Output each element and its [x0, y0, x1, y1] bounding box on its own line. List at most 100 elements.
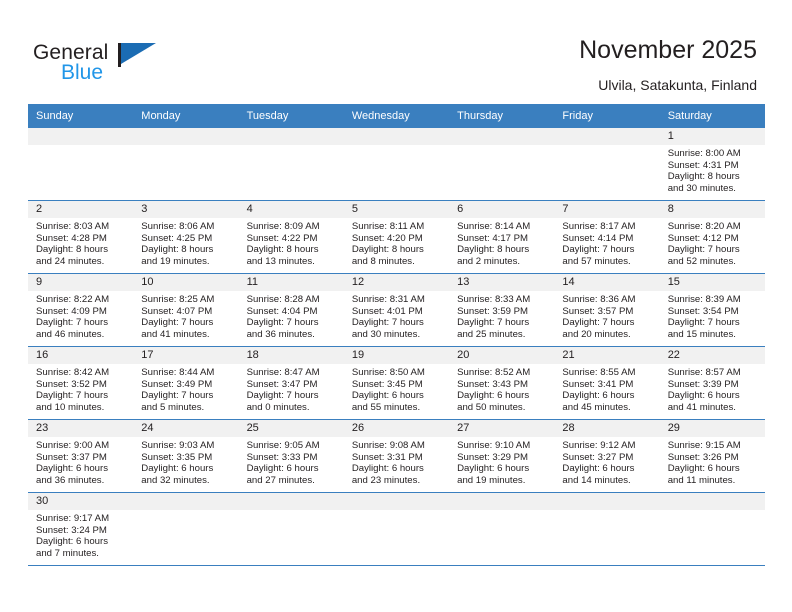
- day-sun-info: Sunrise: 8:31 AM Sunset: 4:01 PM Daylight:…: [344, 291, 449, 340]
- calendar-day-cell[interactable]: 29 Sunrise: 9:15 AM Sunset: 3:26 PM Dayligh…: [659, 419, 765, 493]
- day-number-band: [449, 493, 555, 510]
- day-cell-empty: [449, 128, 555, 200]
- calendar-day-cell[interactable]: 18 Sunrise: 8:47 AM Sunset: 3:47 PM Dayligh…: [238, 346, 344, 420]
- sunset-text: Sunset: 4:25 PM: [141, 232, 213, 244]
- sunrise-text: Sunrise: 8:57 AM: [667, 367, 741, 378]
- day-sun-info: Sunrise: 9:05 AM Sunset: 3:33 PM Daylight:…: [239, 437, 344, 486]
- day-sun-info: Sunrise: 8:25 AM Sunset: 4:07 PM Daylight:…: [133, 291, 238, 340]
- sunset-text: Sunset: 3:29 PM: [457, 451, 529, 463]
- calendar-day-cell[interactable]: 17 Sunrise: 8:44 AM Sunset: 3:49 PM Dayligh…: [133, 346, 239, 420]
- sunset-text: Sunset: 3:45 PM: [351, 378, 423, 390]
- daylight-text-line2: and 8 minutes.: [351, 255, 415, 267]
- weekday-header-monday: Monday: [133, 104, 239, 128]
- calendar-day-cell[interactable]: 10 Sunrise: 8:25 AM Sunset: 4:07 PM Dayligh…: [133, 273, 239, 347]
- sunrise-text: Sunrise: 8:17 AM: [562, 221, 636, 232]
- day-number: 22: [659, 347, 765, 364]
- daylight-text-line2: and 30 minutes.: [351, 328, 421, 340]
- day-number: 19: [343, 347, 450, 364]
- daylight-text-line1: Daylight: 7 hours: [141, 390, 214, 402]
- daylight-text-line1: Daylight: 6 hours: [667, 390, 740, 402]
- day-number: 15: [659, 274, 765, 291]
- calendar-day-cell[interactable]: 25 Sunrise: 9:05 AM Sunset: 3:33 PM Dayligh…: [238, 419, 344, 493]
- day-cell-28: 28 Sunrise: 9:12 AM Sunset: 3:27 PM Dayligh…: [554, 420, 660, 492]
- calendar-day-cell[interactable]: 12 Sunrise: 8:31 AM Sunset: 4:01 PM Dayligh…: [343, 273, 450, 347]
- daylight-text-line1: Daylight: 6 hours: [562, 390, 635, 402]
- calendar-day-cell[interactable]: 7 Sunrise: 8:17 AM Sunset: 4:14 PM Daylight…: [554, 200, 660, 274]
- day-number: 3: [133, 201, 239, 218]
- sunrise-text: Sunrise: 8:47 AM: [246, 367, 320, 378]
- calendar-day-cell[interactable]: 11 Sunrise: 8:28 AM Sunset: 4:04 PM Dayligh…: [238, 273, 344, 347]
- daylight-text-line2: and 0 minutes.: [246, 401, 310, 413]
- calendar-day-cell: [133, 492, 239, 566]
- calendar-day-cell[interactable]: 20 Sunrise: 8:52 AM Sunset: 3:43 PM Dayligh…: [449, 346, 555, 420]
- calendar-day-cell[interactable]: 23 Sunrise: 9:00 AM Sunset: 3:37 PM Dayligh…: [28, 419, 134, 493]
- daylight-text-line1: Daylight: 6 hours: [667, 463, 740, 475]
- sunset-text: Sunset: 3:49 PM: [141, 378, 213, 390]
- day-number: 9: [28, 274, 134, 291]
- day-cell-empty: [238, 493, 344, 565]
- day-number: 25: [238, 420, 344, 437]
- calendar-day-cell[interactable]: 3 Sunrise: 8:06 AM Sunset: 4:25 PM Daylight…: [133, 200, 239, 274]
- sunrise-text: Sunrise: 8:09 AM: [246, 221, 320, 232]
- calendar-day-cell[interactable]: 28 Sunrise: 9:12 AM Sunset: 3:27 PM Dayligh…: [554, 419, 660, 493]
- calendar-day-cell[interactable]: 26 Sunrise: 9:08 AM Sunset: 3:31 PM Dayligh…: [343, 419, 450, 493]
- day-number: 16: [28, 347, 134, 364]
- day-cell-19: 19 Sunrise: 8:50 AM Sunset: 3:45 PM Dayligh…: [343, 347, 450, 419]
- calendar-day-cell[interactable]: 15 Sunrise: 8:39 AM Sunset: 3:54 PM Dayligh…: [659, 273, 765, 347]
- calendar-week-row: 2 Sunrise: 8:03 AM Sunset: 4:28 PM Daylight…: [28, 200, 765, 274]
- calendar-day-cell[interactable]: 27 Sunrise: 9:10 AM Sunset: 3:29 PM Dayligh…: [449, 419, 555, 493]
- day-sun-info: Sunrise: 9:15 AM Sunset: 3:26 PM Daylight:…: [660, 437, 765, 486]
- sunset-text: Sunset: 4:01 PM: [351, 305, 423, 317]
- day-number: 13: [449, 274, 555, 291]
- calendar-day-cell[interactable]: 9 Sunrise: 8:22 AM Sunset: 4:09 PM Daylight…: [28, 273, 134, 347]
- day-cell-23: 23 Sunrise: 9:00 AM Sunset: 3:37 PM Dayligh…: [28, 420, 134, 492]
- day-cell-10: 10 Sunrise: 8:25 AM Sunset: 4:07 PM Dayligh…: [133, 274, 239, 346]
- calendar-day-cell[interactable]: 6 Sunrise: 8:14 AM Sunset: 4:17 PM Daylight…: [449, 200, 555, 274]
- sunset-text: Sunset: 4:09 PM: [36, 305, 107, 317]
- calendar-day-cell[interactable]: 22 Sunrise: 8:57 AM Sunset: 3:39 PM Dayligh…: [659, 346, 765, 420]
- sunrise-text: Sunrise: 9:08 AM: [351, 440, 425, 451]
- sunrise-text: Sunrise: 8:14 AM: [457, 221, 531, 232]
- calendar-day-cell[interactable]: 2 Sunrise: 8:03 AM Sunset: 4:28 PM Daylight…: [28, 200, 134, 274]
- calendar-day-cell[interactable]: 16 Sunrise: 8:42 AM Sunset: 3:52 PM Dayligh…: [28, 346, 134, 420]
- calendar-day-cell[interactable]: 13 Sunrise: 8:33 AM Sunset: 3:59 PM Dayligh…: [449, 273, 555, 347]
- daylight-text-line2: and 32 minutes.: [141, 474, 210, 486]
- calendar-day-cell[interactable]: 1 Sunrise: 8:00 AM Sunset: 4:31 PM Daylight…: [659, 128, 765, 201]
- calendar-day-cell[interactable]: 4 Sunrise: 8:09 AM Sunset: 4:22 PM Daylight…: [238, 200, 344, 274]
- day-cell-empty: [554, 128, 660, 200]
- calendar-day-cell[interactable]: 14 Sunrise: 8:36 AM Sunset: 3:57 PM Dayligh…: [554, 273, 660, 347]
- calendar-day-cell[interactable]: 24 Sunrise: 9:03 AM Sunset: 3:35 PM Dayligh…: [133, 419, 239, 493]
- calendar-day-cell: [449, 492, 555, 566]
- day-cell-7: 7 Sunrise: 8:17 AM Sunset: 4:14 PM Daylight…: [554, 201, 660, 273]
- day-cell-22: 22 Sunrise: 8:57 AM Sunset: 3:39 PM Dayligh…: [659, 347, 765, 419]
- daylight-text-line1: Daylight: 7 hours: [457, 317, 530, 329]
- day-cell-5: 5 Sunrise: 8:11 AM Sunset: 4:20 PM Daylight…: [343, 201, 450, 273]
- day-sun-info: Sunrise: 9:03 AM Sunset: 3:35 PM Daylight:…: [133, 437, 238, 486]
- daylight-text-line1: Daylight: 7 hours: [141, 317, 214, 329]
- daylight-text-line1: Daylight: 7 hours: [246, 317, 319, 329]
- daylight-text-line1: Daylight: 6 hours: [36, 463, 108, 475]
- day-number: 1: [659, 128, 765, 145]
- calendar-day-cell[interactable]: 19 Sunrise: 8:50 AM Sunset: 3:45 PM Dayligh…: [343, 346, 450, 420]
- daylight-text-line2: and 11 minutes.: [667, 474, 736, 486]
- sunrise-text: Sunrise: 8:00 AM: [667, 148, 741, 159]
- day-sun-info: Sunrise: 9:17 AM Sunset: 3:24 PM Daylight:…: [28, 510, 133, 559]
- day-sun-info: Sunrise: 8:00 AM Sunset: 4:31 PM Daylight:…: [660, 145, 765, 194]
- weekday-header-row: Sunday Monday Tuesday Wednesday Thursday…: [28, 104, 765, 128]
- calendar-day-cell[interactable]: 5 Sunrise: 8:11 AM Sunset: 4:20 PM Daylight…: [343, 200, 450, 274]
- sunset-text: Sunset: 3:27 PM: [562, 451, 634, 463]
- sunset-text: Sunset: 3:31 PM: [351, 451, 423, 463]
- day-cell-25: 25 Sunrise: 9:05 AM Sunset: 3:33 PM Dayligh…: [238, 420, 344, 492]
- sunrise-text: Sunrise: 8:03 AM: [36, 221, 110, 232]
- daylight-text-line2: and 2 minutes.: [457, 255, 521, 267]
- sunrise-text: Sunrise: 8:11 AM: [351, 221, 425, 232]
- day-cell-27: 27 Sunrise: 9:10 AM Sunset: 3:29 PM Dayligh…: [449, 420, 555, 492]
- calendar-day-cell[interactable]: 21 Sunrise: 8:55 AM Sunset: 3:41 PM Dayligh…: [554, 346, 660, 420]
- calendar-day-cell: [554, 128, 660, 201]
- calendar-day-cell[interactable]: 8 Sunrise: 8:20 AM Sunset: 4:12 PM Daylight…: [659, 200, 765, 274]
- calendar-day-cell[interactable]: 30 Sunrise: 9:17 AM Sunset: 3:24 PM Dayligh…: [28, 492, 134, 566]
- sunrise-text: Sunrise: 8:25 AM: [141, 294, 215, 305]
- page-title: November 2025: [579, 36, 757, 64]
- daylight-text-line2: and 10 minutes.: [36, 401, 105, 413]
- sunset-text: Sunset: 4:20 PM: [351, 232, 423, 244]
